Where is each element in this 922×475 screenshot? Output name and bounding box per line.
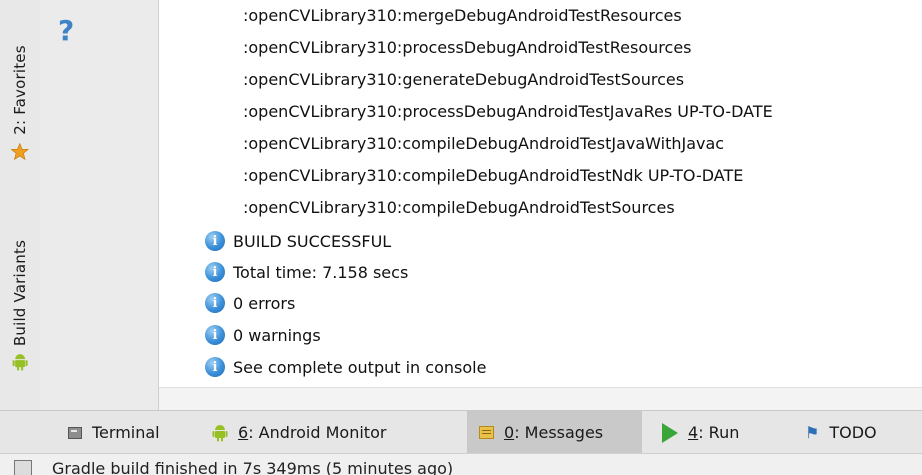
info-message[interactable]: i Total time: 7.158 secs [205,261,408,283]
info-icon: i [205,357,225,377]
info-message-text: Total time: 7.158 secs [233,262,409,282]
info-message[interactable]: i 0 errors [205,292,295,314]
messages-panel: :openCVLibrary310:mergeDebugAndroidTestR… [159,0,922,387]
tab-messages-text: : Messages [514,423,604,442]
info-icon: i [205,325,225,345]
task-line: :openCVLibrary310:compileDebugAndroidTes… [243,198,675,217]
favorites-tab[interactable]: 2: Favorites [0,15,40,190]
task-line: :openCVLibrary310:compileDebugAndroidTes… [243,166,744,185]
task-line: :openCVLibrary310:mergeDebugAndroidTestR… [243,6,682,25]
messages-icon [479,426,494,439]
info-message[interactable]: i BUILD SUCCESSFUL [205,230,391,252]
tab-android-monitor-text: : Android Monitor [248,423,387,442]
tab-run-label: 4: Run [688,423,739,442]
task-line: :openCVLibrary310:compileDebugAndroidTes… [243,134,725,153]
tab-todo-label: TODO [829,423,877,442]
tab-run[interactable]: 4: Run [662,411,772,454]
tab-android-monitor-label: 6: Android Monitor [238,423,386,442]
status-text: Gradle build finished in 7s 349ms (5 min… [52,459,454,475]
info-message[interactable]: i 0 warnings [205,324,321,346]
tab-messages-label: 0: Messages [504,423,603,442]
tab-todo[interactable]: ⚑ TODO [805,411,915,454]
info-message[interactable]: i See complete output in console [205,356,486,378]
terminal-icon [68,426,82,439]
info-icon: i [205,293,225,313]
horizontal-scrollbar[interactable] [159,387,922,411]
info-message-text: 0 errors [233,293,296,313]
tab-run-number: 4 [688,423,699,442]
status-bar: Gradle build finished in 7s 349ms (5 min… [0,453,922,475]
tab-android-monitor[interactable]: 6: Android Monitor [212,411,437,454]
tab-android-monitor-number: 6 [238,423,249,442]
task-line: :openCVLibrary310:processDebugAndroidTes… [243,38,692,57]
android-icon [212,424,228,442]
messages-side-column: ? [40,0,159,410]
tab-terminal[interactable]: Terminal [68,411,188,454]
tab-run-text: : Run [698,423,740,442]
info-icon: i [205,231,225,251]
tab-messages-number: 0 [504,423,515,442]
todo-icon: ⚑ [805,423,820,442]
android-icon [12,353,28,371]
info-message-text: BUILD SUCCESSFUL [233,231,392,251]
tab-terminal-label: Terminal [92,423,160,442]
info-icon: i [205,262,225,282]
info-message-text: See complete output in console [233,357,487,377]
task-line: :openCVLibrary310:generateDebugAndroidTe… [243,70,685,89]
info-message-text: 0 warnings [233,325,321,345]
run-icon [662,422,678,443]
toggle-tool-windows-icon[interactable] [14,460,32,475]
tab-messages[interactable]: 0: Messages [467,411,642,454]
star-icon [11,142,29,160]
favorites-tab-label: 2: Favorites [11,44,29,135]
help-icon[interactable]: ? [58,14,74,47]
build-variants-tab[interactable]: Build Variants [0,215,40,395]
tool-window-bar: Terminal 6: Android Monitor 0: Messages … [0,410,922,454]
build-variants-tab-label: Build Variants [11,239,29,347]
left-tool-strip: 2: Favorites Build Variants [0,0,41,410]
task-line: :openCVLibrary310:processDebugAndroidTes… [243,102,773,121]
